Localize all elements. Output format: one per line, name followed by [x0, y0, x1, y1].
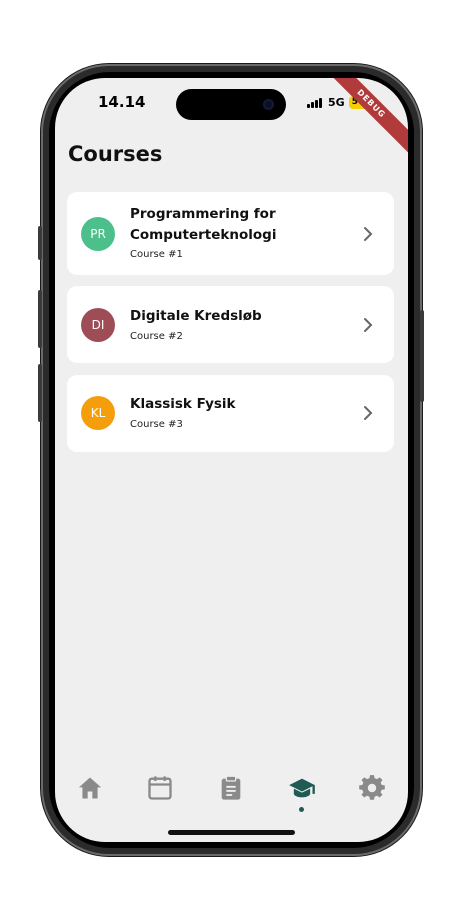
side-button-volume-down	[38, 364, 42, 422]
course-subtitle: Course #2	[130, 331, 183, 342]
side-button-volume-up	[38, 290, 42, 348]
home-icon[interactable]	[76, 774, 104, 802]
chevron-right-icon	[364, 406, 373, 420]
course-avatar: PR	[81, 217, 115, 251]
course-avatar: KL	[81, 396, 115, 430]
chevron-right-icon	[364, 227, 373, 241]
status-time: 14.14	[98, 93, 146, 111]
gear-icon[interactable]	[358, 774, 386, 802]
course-card-1[interactable]: PR Programmering for Computerteknologi C…	[67, 192, 394, 275]
course-title: Programmering for Computerteknologi	[130, 206, 277, 243]
calendar-icon[interactable]	[146, 774, 174, 802]
graduation-cap-icon[interactable]	[288, 774, 316, 802]
course-card-2[interactable]: DI Digitale Kredsløb Course #2	[67, 286, 394, 363]
course-subtitle: Course #3	[130, 419, 183, 430]
active-tab-indicator	[299, 807, 304, 812]
side-button-action	[38, 226, 42, 260]
signal-icon	[307, 97, 322, 108]
chevron-right-icon	[364, 318, 373, 332]
course-title: Digitale Kredsløb	[130, 308, 262, 324]
course-card-3[interactable]: KL Klassisk Fysik Course #3	[67, 375, 394, 452]
course-title: Klassisk Fysik	[130, 396, 236, 412]
camera-icon	[263, 99, 274, 110]
home-indicator[interactable]	[168, 830, 295, 835]
page-title: Courses	[68, 142, 163, 166]
course-subtitle: Course #1	[130, 249, 183, 260]
screen: 14.14 5G 50⚡ DEBUG Courses PR Programmer…	[55, 78, 408, 842]
side-button-power	[420, 310, 424, 402]
dynamic-island	[176, 89, 286, 120]
clipboard-icon[interactable]	[217, 774, 245, 802]
bottom-navigation	[55, 768, 408, 818]
course-avatar: DI	[81, 308, 115, 342]
network-type: 5G	[328, 95, 345, 109]
